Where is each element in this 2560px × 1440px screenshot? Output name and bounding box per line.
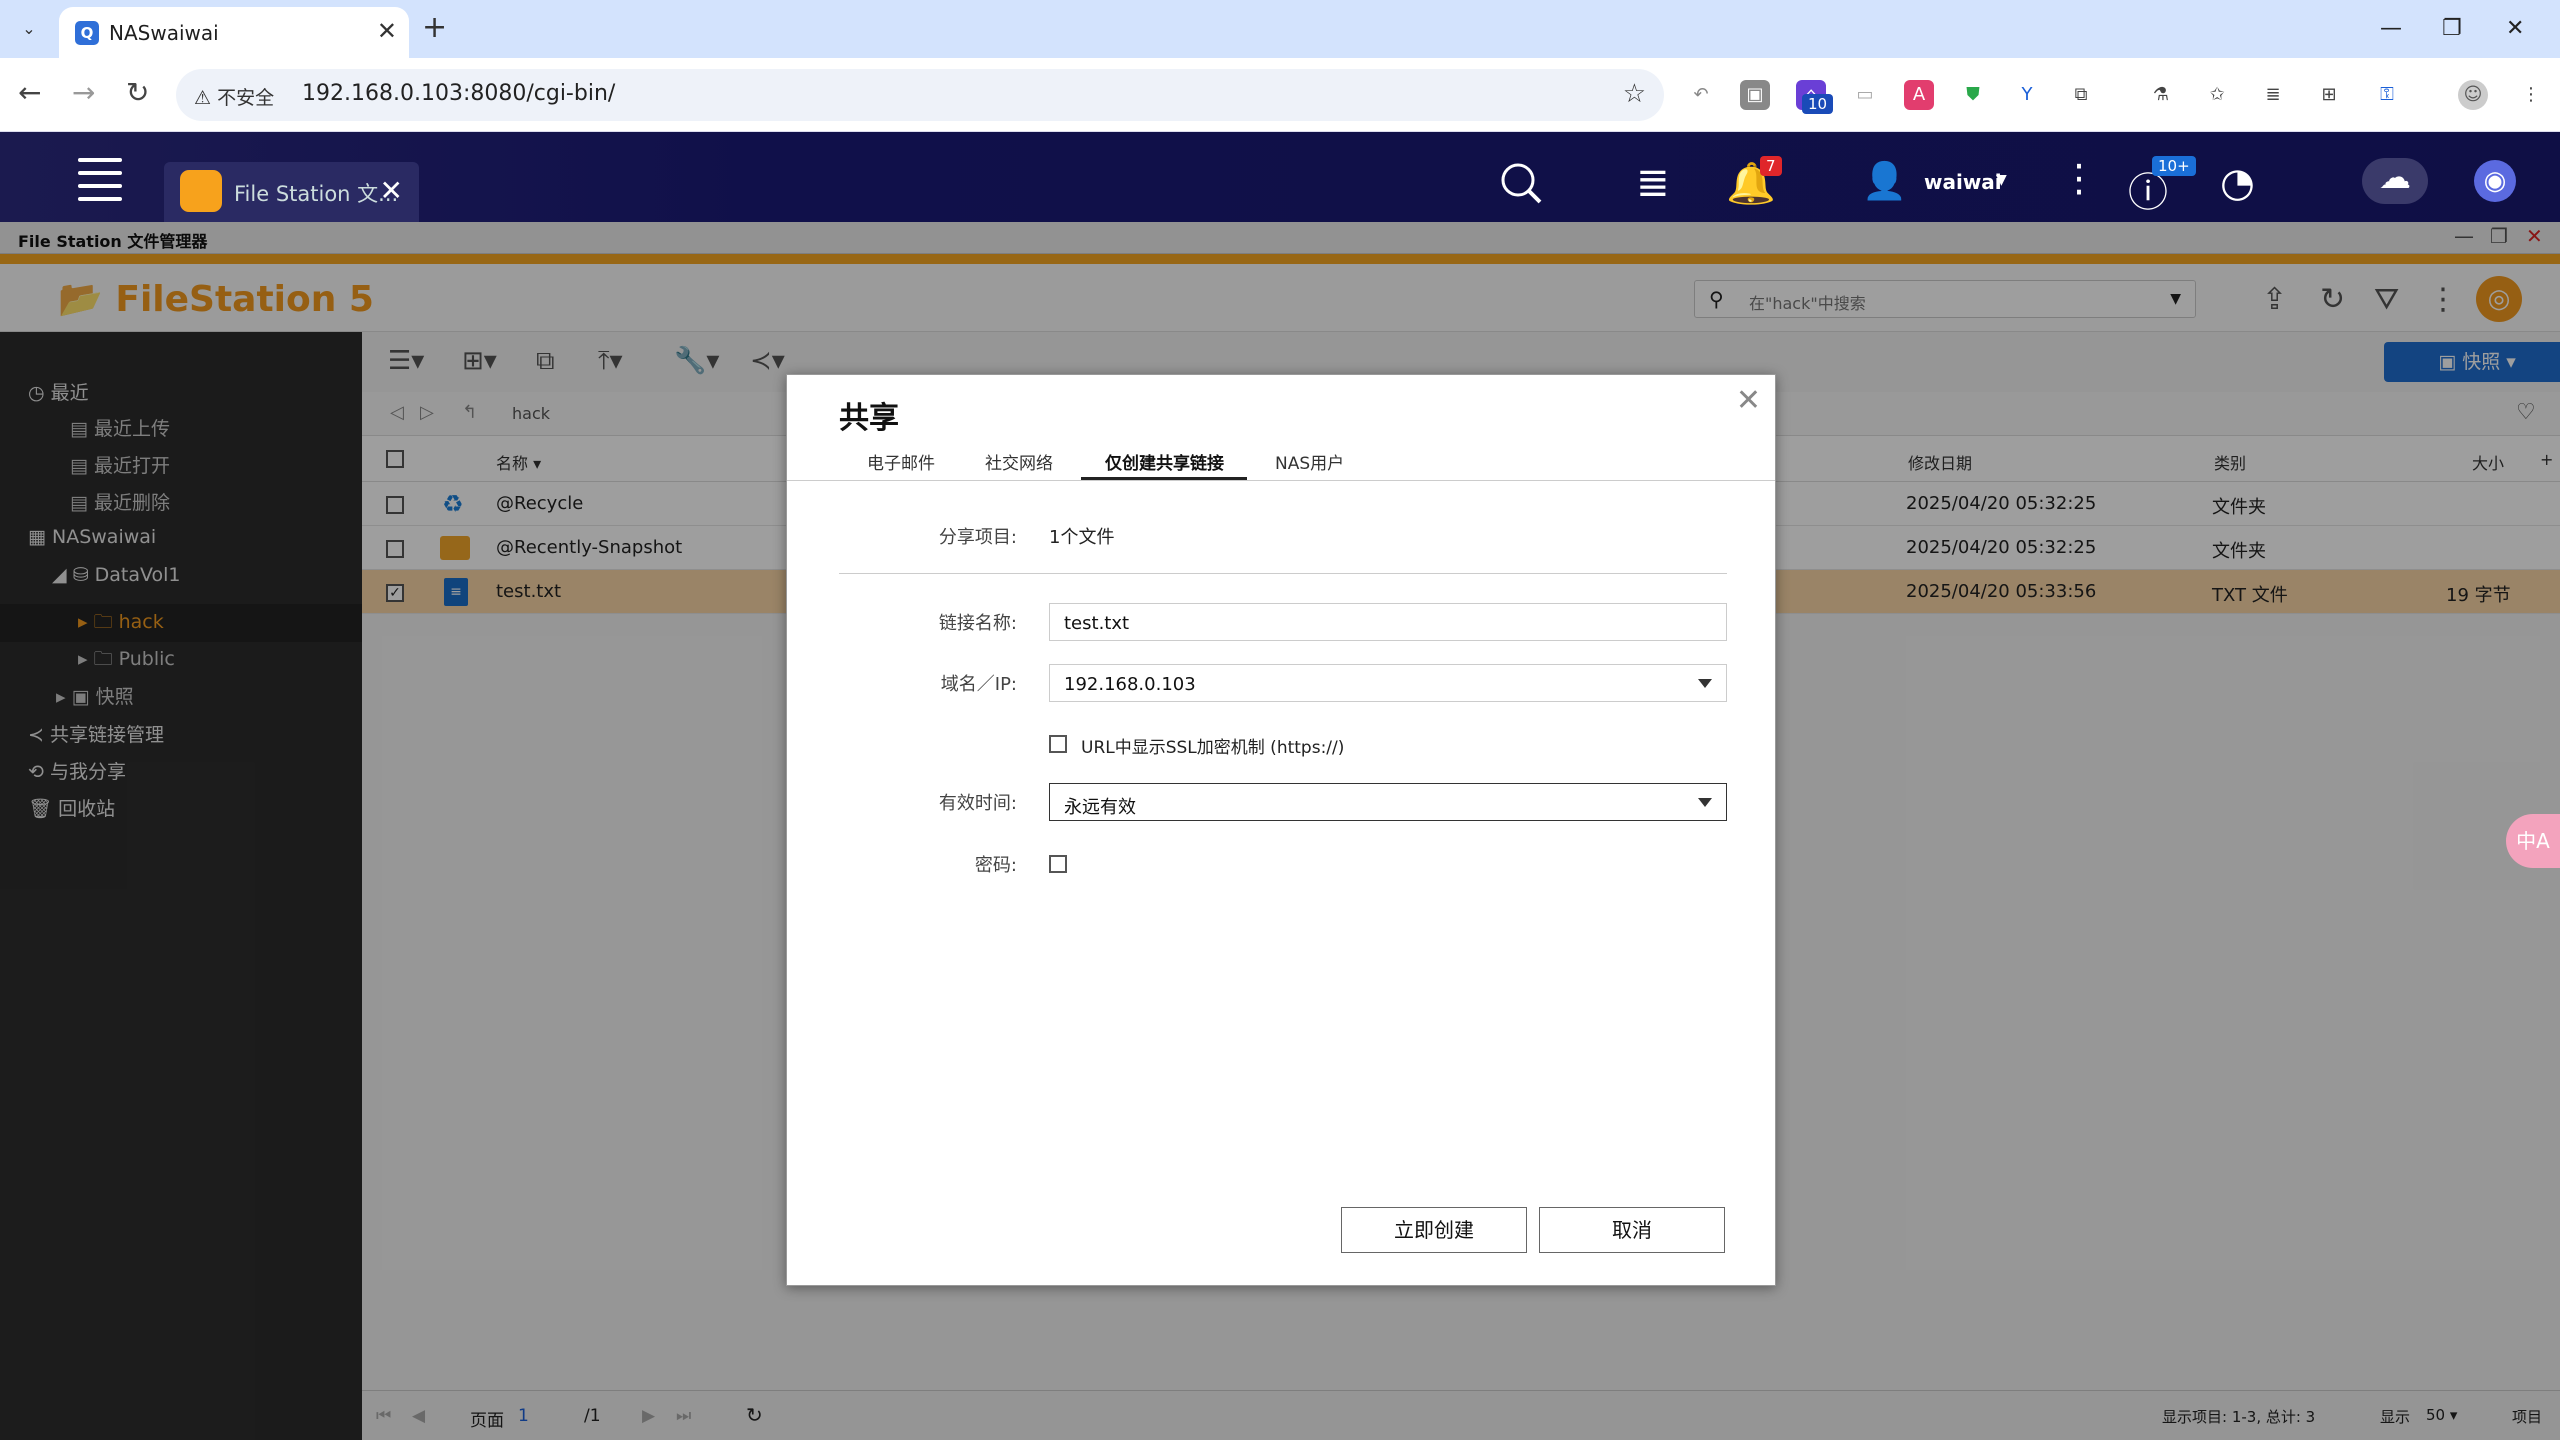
ssl-checkbox[interactable] [1049, 735, 1067, 753]
minimize-icon[interactable]: — [2380, 16, 2402, 41]
app-tab-filestation[interactable]: File Station 文... ✕ [164, 162, 419, 222]
ext-icon-6[interactable]: ⚗ [2146, 80, 2176, 110]
ext-icon-3[interactable]: ▭ [1850, 80, 1880, 110]
browser-tab[interactable]: Q NASwaiwai ✕ [59, 7, 409, 58]
active-tab-indicator [1081, 477, 1247, 480]
create-button[interactable]: 立即创建 [1341, 1207, 1527, 1253]
tab-search-icon[interactable]: ⌄ [14, 14, 44, 44]
new-tab-button[interactable]: + [422, 10, 447, 45]
main-menu-icon[interactable] [78, 158, 122, 201]
url-text[interactable]: 192.168.0.103:8080/cgi-bin/ [302, 81, 615, 106]
tasks-icon[interactable]: ≣ [1636, 160, 1670, 206]
close-tab-icon[interactable]: ✕ [377, 17, 397, 45]
dialog-tabs: 电子邮件 社交网络 仅创建共享链接 NAS用户 [787, 439, 1775, 481]
domain-select[interactable]: 192.168.0.103 [1049, 664, 1727, 702]
update-count: 10+ [2152, 156, 2196, 176]
chevron-down-icon [1698, 679, 1712, 688]
ssl-label: URL中显示SSL加密机制 (https://) [1081, 738, 1345, 758]
extensions-icon[interactable]: ⧉ [2066, 80, 2096, 110]
app-tab-label: File Station 文... [234, 182, 399, 206]
shield-ext-icon[interactable]: ⛊ [1958, 80, 1988, 110]
app-center-icon[interactable]: ◉ [2474, 160, 2516, 202]
share-dialog: 共享 ✕ 电子邮件 社交网络 仅创建共享链接 NAS用户 分享项目: 1个文件 … [786, 374, 1776, 1286]
security-warning[interactable]: ⚠ 不安全 [194, 83, 274, 110]
close-app-icon[interactable]: ✕ [380, 174, 403, 207]
password-key-icon[interactable]: ⚿ [2372, 80, 2402, 110]
favorites-icon[interactable]: ✩ [2202, 80, 2232, 110]
profile-avatar-icon[interactable]: ☺ [2458, 80, 2488, 110]
expire-label: 有效时间: [938, 793, 1017, 814]
expire-select[interactable]: 永远有效 [1049, 783, 1727, 821]
user-dropdown-icon[interactable]: ▼ [1996, 172, 2007, 188]
browser-menu-icon[interactable]: ⋮ [2516, 80, 2546, 110]
ext-icon-4[interactable]: A [1904, 80, 1934, 110]
dialog-close-icon[interactable]: ✕ [1736, 383, 1761, 418]
cancel-button[interactable]: 取消 [1539, 1207, 1725, 1253]
reading-list-icon[interactable]: ≣ [2258, 80, 2288, 110]
search-icon[interactable] [1498, 160, 1544, 206]
browser-tab-title: NASwaiwai [109, 21, 219, 45]
tab-email[interactable]: 电子邮件 [867, 449, 935, 474]
tab-link-only[interactable]: 仅创建共享链接 [1105, 449, 1224, 474]
ext-icon-5[interactable]: Y [2012, 80, 2042, 110]
bookmark-star-icon[interactable]: ☆ [1623, 79, 1646, 109]
address-bar[interactable]: ⚠ 不安全 192.168.0.103:8080/cgi-bin/ ☆ [176, 69, 1664, 121]
divider [839, 573, 1727, 574]
ext-icon-1[interactable]: ▣ [1740, 80, 1770, 110]
dialog-title: 共享 [839, 401, 899, 436]
ext-badge: 10 [1802, 94, 1834, 114]
password-label: 密码: [974, 855, 1017, 876]
more-options-icon[interactable]: ⋮ [2060, 156, 2098, 200]
window-close-icon[interactable]: ✕ [2506, 16, 2524, 41]
back-icon[interactable]: ← [18, 76, 41, 109]
dashboard-icon[interactable]: ◔ [2220, 160, 2255, 206]
link-name-input[interactable]: test.txt [1049, 603, 1727, 641]
share-item-label: 分享项目: [938, 527, 1017, 548]
notification-count: 7 [1760, 156, 1782, 176]
chevron-down-icon [1698, 798, 1712, 807]
translate-icon[interactable]: 中A [2506, 814, 2560, 868]
nas-favicon-icon: Q [75, 21, 99, 45]
password-checkbox[interactable] [1049, 855, 1067, 873]
share-item-value: 1个文件 [1049, 527, 1115, 548]
filestation-app-icon [180, 170, 222, 212]
reload-icon[interactable]: ↻ [126, 76, 149, 109]
back-arrow-ext-icon[interactable]: ↶ [1686, 80, 1716, 110]
restore-icon[interactable]: ❐ [2442, 16, 2462, 41]
tab-nas-users[interactable]: NAS用户 [1275, 449, 1344, 474]
tab-social[interactable]: 社交网络 [985, 449, 1053, 474]
cloud-icon[interactable]: ☁ [2362, 158, 2428, 204]
sidebar-icon[interactable]: ⊞ [2314, 80, 2344, 110]
user-icon[interactable]: 👤 [1862, 160, 1907, 202]
forward-icon[interactable]: → [72, 76, 95, 109]
username[interactable]: waiwai [1924, 170, 2002, 194]
domain-label: 域名／IP: [940, 674, 1017, 695]
link-name-label: 链接名称: [938, 613, 1017, 634]
